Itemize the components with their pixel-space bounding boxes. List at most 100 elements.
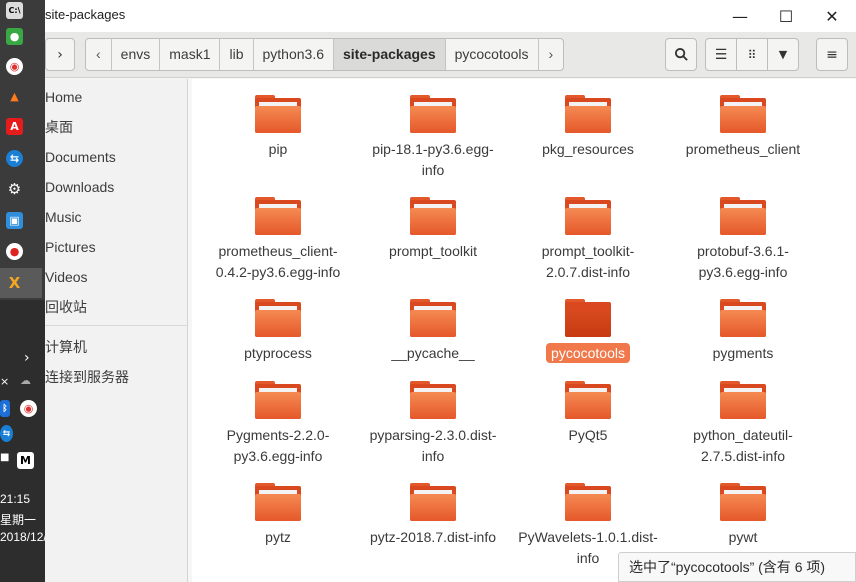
folder-item[interactable]: pip-18.1-py3.6.egg-info [363,95,503,181]
folder-icon [720,95,766,133]
folder-item[interactable]: pytz-2018.7.dist-info [363,483,503,548]
sidebar-item-downloads[interactable]: Downloads [45,172,188,202]
folder-item[interactable]: prometheus_client [673,95,813,160]
folder-icon [720,381,766,419]
remote-desktop-icon[interactable]: ▣ [6,212,23,229]
folder-icon [720,299,766,337]
sidebar-item-desktop[interactable]: 桌面 [45,112,188,142]
m-icon[interactable]: M [17,452,34,469]
breadcrumb-pycocotools[interactable]: pycocotools [446,39,539,70]
folder-item-selected[interactable]: pycocotools [518,299,658,364]
close-icon[interactable]: × [0,375,9,388]
breadcrumb-mask1[interactable]: mask1 [160,39,221,70]
folder-icon [255,95,301,133]
clock-weekday: 星期一 [0,513,37,527]
xmanager-icon[interactable]: X [6,274,23,292]
folder-icon [410,197,456,235]
folder-label: pycocotools [518,343,658,364]
folder-label: prometheus_client-0.4.2-py3.6.egg-info [215,243,341,280]
folder-label: pkg_resources [542,141,634,157]
folder-item[interactable]: prometheus_client-0.4.2-py3.6.egg-info [208,197,348,283]
app-icon[interactable]: ● [6,243,23,260]
file-manager-window: site-packages — ☐ ✕ › ‹ envs mask1 lib p… [45,0,856,582]
folder-item[interactable]: prompt_toolkit-2.0.7.dist-info [518,197,658,283]
gear-icon[interactable]: ⚙ [6,180,23,198]
clock-time[interactable]: 21:15 [0,492,45,506]
list-view-button[interactable]: ☰ [705,38,737,71]
folder-item[interactable]: pywt [673,483,813,548]
square-icon[interactable]: ■ [0,452,9,463]
teamviewer-icon[interactable]: ⇆ [6,150,23,167]
folder-label: pip [268,141,288,157]
sidebar-item-trash[interactable]: 回收站 [45,292,188,322]
folder-item[interactable]: pygments [673,299,813,364]
folder-label: pyparsing-2.3.0.dist-info [369,427,497,464]
folder-item[interactable]: ptyprocess [208,299,348,364]
folder-icon [410,483,456,521]
breadcrumb-forward-arrow[interactable]: › [539,39,564,70]
chrome-icon[interactable]: ◉ [6,58,23,75]
window-title: site-packages [45,7,126,22]
sidebar-item-pictures[interactable]: Pictures [45,232,188,262]
breadcrumb: ‹ envs mask1 lib python3.6 site-packages… [85,38,565,71]
chrome-tray-icon[interactable]: ◉ [20,400,37,417]
folder-icon [410,299,456,337]
folder-icon [720,483,766,521]
folder-label: Pygments-2.2.0-py3.6.egg-info [226,427,330,464]
folder-item[interactable]: pkg_resources [518,95,658,160]
folder-item[interactable]: prompt_toolkit [363,197,503,262]
sidebar-item-home[interactable]: Home [45,82,188,112]
breadcrumb-envs[interactable]: envs [112,39,161,70]
breadcrumb-site-packages[interactable]: site-packages [334,39,446,70]
folder-label: prompt_toolkit-2.0.7.dist-info [541,243,635,280]
minimize-button[interactable]: — [717,3,763,29]
folder-item[interactable]: Pygments-2.2.0-py3.6.egg-info [208,381,348,467]
folder-item[interactable]: pytz [208,483,348,548]
folder-icon [720,197,766,235]
maximize-button[interactable]: ☐ [763,3,809,29]
sidebar-item-connect-server[interactable]: 连接到服务器 [45,362,188,392]
folder-label: __pycache__ [391,345,475,361]
file-grid: pip pip-18.1-py3.6.egg-info pkg_resource… [192,79,856,582]
view-options-button[interactable]: ▼ [767,38,799,71]
sidebar-item-videos[interactable]: Videos [45,262,188,292]
folder-item[interactable]: pip [208,95,348,160]
folder-item[interactable]: __pycache__ [363,299,503,364]
sidebar-item-documents[interactable]: Documents [45,142,188,172]
folder-label: pygments [712,345,774,361]
forward-button[interactable]: › [45,38,75,71]
breadcrumb-back-arrow[interactable]: ‹ [86,39,112,70]
folder-item[interactable]: PyQt5 [518,381,658,446]
cmd-icon[interactable]: C:\ [6,2,23,19]
folder-label: protobuf-3.6.1-py3.6.egg-info [697,243,789,280]
grid-view-button[interactable]: ⠿ [736,38,768,71]
breadcrumb-python3.6[interactable]: python3.6 [254,39,334,70]
chevron-down-icon: ▼ [778,48,788,61]
folder-label: pywt [728,529,758,545]
hamburger-icon: ≡ [826,46,838,63]
folder-icon [565,197,611,235]
folder-label: python_dateutil-2.7.5.dist-info [693,427,793,464]
search-button[interactable] [665,38,697,71]
folder-item[interactable]: protobuf-3.6.1-py3.6.egg-info [673,197,813,283]
folder-icon [410,381,456,419]
taskbar: C:\ ● ◉ ▲ A ⇆ ⚙ ▣ ● X › × ☁ ᛒ ◉ ⇆ ■ M 21… [0,0,45,582]
folder-label: ptyprocess [244,345,312,361]
folder-item[interactable]: pyparsing-2.3.0.dist-info [363,381,503,467]
wechat-icon[interactable]: ● [6,28,23,45]
menu-button[interactable]: ≡ [816,38,848,71]
teamviewer-tray-icon[interactable]: ⇆ [0,425,13,442]
sidebar-item-music[interactable]: Music [45,202,188,232]
breadcrumb-lib[interactable]: lib [220,39,254,70]
folder-icon [565,95,611,133]
close-button[interactable]: ✕ [809,3,855,29]
folder-label: prometheus_client [685,141,801,157]
chevron-right-icon[interactable]: › [24,350,30,366]
bluetooth-icon[interactable]: ᛒ [0,400,10,417]
status-bar: 选中了“pycocotools” (含有 6 项) [618,552,856,582]
cloud-icon[interactable]: ☁ [20,374,31,387]
acrobat-icon[interactable]: A [6,118,23,135]
folder-item[interactable]: python_dateutil-2.7.5.dist-info [673,381,813,467]
sidebar-item-computer[interactable]: 计算机 [45,332,188,362]
matlab-icon[interactable]: ▲ [6,88,23,105]
